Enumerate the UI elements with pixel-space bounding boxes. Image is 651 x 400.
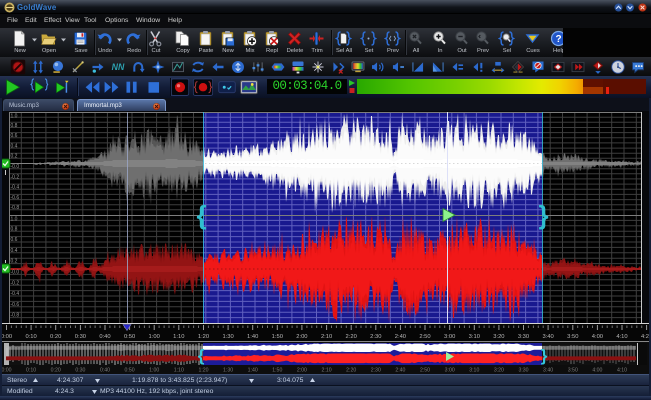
- svg-text:2:50: 2:50: [419, 334, 430, 340]
- svg-text:3:30: 3:30: [518, 368, 528, 374]
- svg-text:-0.0: -0.0: [11, 164, 20, 170]
- svg-text:}: }: [541, 346, 548, 365]
- svg-text:{: {: [196, 200, 206, 230]
- svg-text:2:10: 2:10: [321, 334, 332, 340]
- svg-text:0:30: 0:30: [75, 334, 86, 340]
- svg-text:3:20: 3:20: [494, 368, 504, 374]
- svg-text:0.6: 0.6: [11, 237, 18, 243]
- svg-text:-0.2: -0.2: [11, 174, 20, 180]
- svg-text:2:20: 2:20: [346, 334, 357, 340]
- svg-text:0:50: 0:50: [124, 334, 135, 340]
- svg-text:0:00: 0:00: [1, 334, 12, 340]
- svg-text:0.2: 0.2: [11, 259, 18, 265]
- svg-text:0:10: 0:10: [25, 334, 36, 340]
- svg-text:4:00: 4:00: [592, 334, 603, 340]
- svg-text:1.0: 1.0: [11, 114, 18, 120]
- svg-text:0.6: 0.6: [11, 133, 18, 139]
- svg-text:}: }: [538, 200, 548, 230]
- svg-text:2:00: 2:00: [297, 368, 307, 374]
- svg-text:0:50: 0:50: [125, 368, 135, 374]
- svg-text:1:40: 1:40: [247, 334, 258, 340]
- svg-text:0:40: 0:40: [100, 368, 110, 374]
- svg-text:-0.6: -0.6: [11, 302, 20, 308]
- svg-text:-0.4: -0.4: [11, 291, 20, 297]
- svg-text:3:30: 3:30: [518, 334, 529, 340]
- svg-text:-0.8: -0.8: [11, 313, 20, 319]
- svg-text:0.4: 0.4: [11, 248, 18, 254]
- svg-text:1:00: 1:00: [149, 334, 160, 340]
- svg-text:{: {: [198, 346, 205, 365]
- svg-text:2:10: 2:10: [322, 368, 332, 374]
- svg-text:3:00: 3:00: [444, 334, 455, 340]
- svg-text:-0.2: -0.2: [11, 280, 20, 286]
- svg-text:1:30: 1:30: [223, 368, 233, 374]
- svg-text:0.2: 0.2: [11, 154, 18, 160]
- svg-text:4:10: 4:10: [616, 334, 627, 340]
- svg-text:3:40: 3:40: [543, 368, 553, 374]
- svg-text:1:50: 1:50: [272, 334, 283, 340]
- svg-text:0:10: 0:10: [26, 368, 36, 374]
- svg-text:2:20: 2:20: [346, 368, 356, 374]
- svg-text:4:10: 4:10: [617, 368, 627, 374]
- svg-text:3:50: 3:50: [567, 334, 578, 340]
- svg-text:1:10: 1:10: [174, 368, 184, 374]
- svg-text:-0.0: -0.0: [11, 270, 20, 276]
- svg-text:1:30: 1:30: [222, 334, 233, 340]
- svg-text:3:10: 3:10: [469, 334, 480, 340]
- svg-text:2:50: 2:50: [420, 368, 430, 374]
- svg-text:3:40: 3:40: [542, 334, 553, 340]
- svg-text:1:50: 1:50: [272, 368, 282, 374]
- svg-text:1:10: 1:10: [173, 334, 184, 340]
- svg-text:-0.8: -0.8: [11, 205, 20, 211]
- svg-text:0:20: 0:20: [50, 334, 61, 340]
- svg-text:2:40: 2:40: [395, 368, 405, 374]
- svg-text:1:20: 1:20: [198, 334, 209, 340]
- svg-text:4:00: 4:00: [592, 368, 602, 374]
- svg-text:2:00: 2:00: [296, 334, 307, 340]
- svg-text:0:00: 0:00: [1, 368, 11, 374]
- svg-text:0:20: 0:20: [51, 368, 61, 374]
- svg-text:0.8: 0.8: [11, 123, 18, 129]
- svg-text:2:40: 2:40: [395, 334, 406, 340]
- svg-text:2:30: 2:30: [371, 368, 381, 374]
- svg-text:2:30: 2:30: [370, 334, 381, 340]
- svg-text:1:00: 1:00: [149, 368, 159, 374]
- svg-text:1:40: 1:40: [248, 368, 258, 374]
- svg-text:1:20: 1:20: [198, 368, 208, 374]
- svg-text:-0.6: -0.6: [11, 195, 20, 201]
- svg-text:0:30: 0:30: [75, 368, 85, 374]
- svg-text:1.0: 1.0: [11, 217, 18, 223]
- svg-text:3:00: 3:00: [445, 368, 455, 374]
- svg-text:3:50: 3:50: [568, 368, 578, 374]
- svg-text:0.8: 0.8: [11, 226, 18, 232]
- svg-text:3:20: 3:20: [493, 334, 504, 340]
- svg-text:0.4: 0.4: [11, 143, 18, 149]
- svg-text:0:40: 0:40: [99, 334, 110, 340]
- svg-text:-0.4: -0.4: [11, 185, 20, 191]
- svg-text:3:10: 3:10: [469, 368, 479, 374]
